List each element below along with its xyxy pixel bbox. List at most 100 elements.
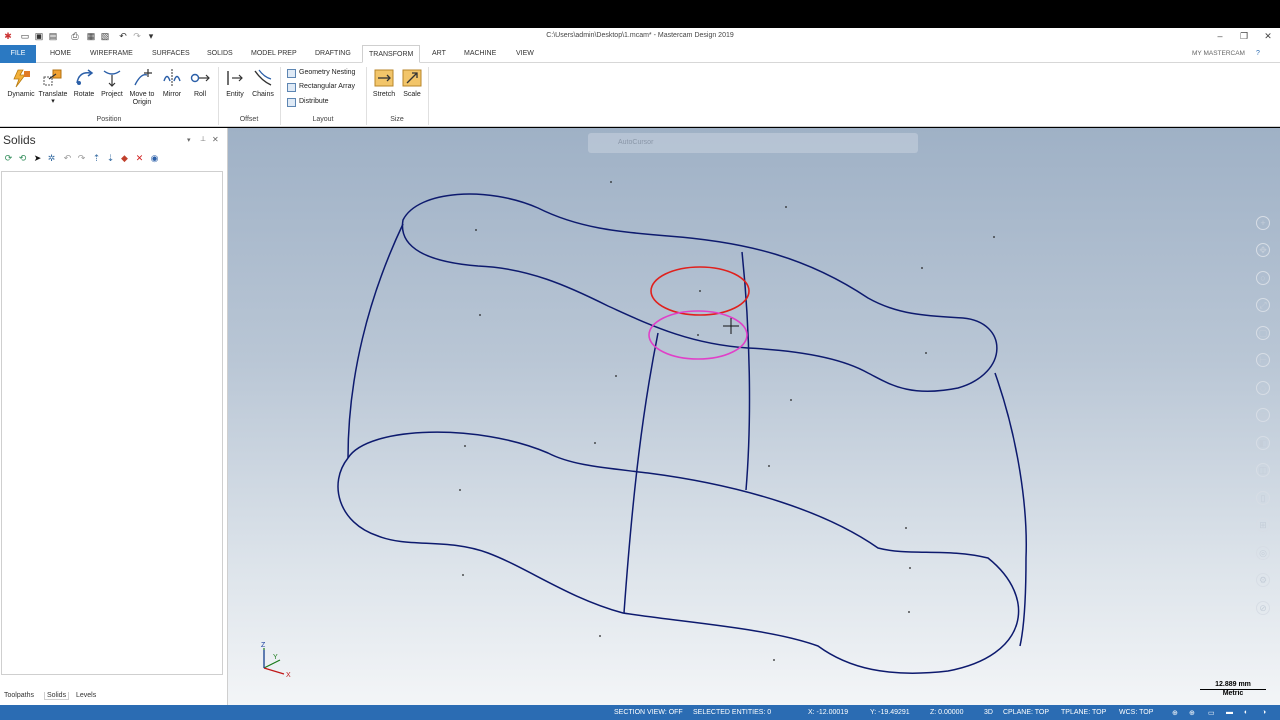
wcs-status[interactable]: WCS: TOP xyxy=(1119,709,1153,716)
section-view-status[interactable]: SECTION VIEW: OFF xyxy=(614,709,683,716)
my-mastercam-link[interactable]: MY MASTERCAM xyxy=(1186,45,1251,63)
settings-icon[interactable]: ⚙ xyxy=(1256,573,1270,587)
rotate-label: Rotate xyxy=(73,91,95,98)
pin-icon[interactable]: ⊥ xyxy=(200,135,206,143)
globe-icon[interactable]: ⊕ xyxy=(1172,709,1178,717)
entity-offset-button[interactable]: Entity xyxy=(222,67,248,99)
tab-home[interactable]: HOME xyxy=(44,45,77,63)
position-group-label: Position xyxy=(96,116,122,123)
scale-label: Scale xyxy=(403,91,421,98)
view-cube-icon[interactable]: ▢ xyxy=(1256,326,1270,340)
rotate-view-icon[interactable]: ○ xyxy=(1256,271,1270,285)
dynamic-icon xyxy=(13,69,30,88)
project-button[interactable]: Project xyxy=(98,67,126,99)
clear-icon[interactable]: ⊘ xyxy=(1256,601,1270,615)
right-silhouette-line xyxy=(994,372,1027,647)
mirror-icon xyxy=(163,69,181,87)
dynamic-button[interactable]: Dynamic xyxy=(6,67,36,99)
help-panel-icon[interactable]: ◉ xyxy=(149,153,160,164)
restore-button[interactable]: ❐ xyxy=(1237,30,1251,42)
entity-offset-icon xyxy=(227,71,243,85)
select-icon[interactable]: ➤ xyxy=(32,153,43,164)
wireframe-model[interactable]: Z Y X xyxy=(228,128,1280,705)
undo-solid-icon[interactable]: ↶ xyxy=(62,153,73,164)
tab-view[interactable]: VIEW xyxy=(510,45,540,63)
tab-solids[interactable]: SOLIDS xyxy=(201,45,239,63)
fit-icon[interactable]: ⤢ xyxy=(1256,298,1270,312)
title-bar: ✱ ▭ ▣ ▤ ⎙ ▦ ▧ ↶ ↷ ▾ C:\Users\admin\Deskt… xyxy=(0,28,1280,45)
wireframe-view-icon[interactable]: ⊕ xyxy=(1189,709,1195,717)
tab-wireframe[interactable]: WIREFRAME xyxy=(84,45,139,63)
x-coordinate: X: -12.00019 xyxy=(808,709,849,716)
regenerate-icon[interactable]: ⟳ xyxy=(3,153,14,164)
stretch-icon xyxy=(374,69,394,87)
analyze-icon[interactable]: ◇ xyxy=(1256,381,1270,395)
tab-drafting[interactable]: DRAFTING xyxy=(309,45,357,63)
shaded-edges-icon[interactable]: ◐ xyxy=(1244,709,1248,716)
tab-transform[interactable]: TRANSFORM xyxy=(362,45,421,63)
rotate-button[interactable]: Rotate xyxy=(71,67,97,99)
tab-toolpaths[interactable]: Toolpaths xyxy=(2,692,36,699)
section-icon[interactable]: ◫ xyxy=(1256,463,1270,477)
distribute-button[interactable]: Distribute xyxy=(287,96,329,108)
mode-toggle[interactable]: 3D xyxy=(984,709,993,716)
wcs-icon[interactable]: ◎ xyxy=(1256,546,1270,560)
rectangular-array-button[interactable]: Rectangular Array xyxy=(287,81,355,93)
zoom-in-icon[interactable]: + xyxy=(1256,216,1270,230)
size-group-label: Size xyxy=(390,116,404,123)
geometry-nesting-button[interactable]: Geometry Nesting xyxy=(287,67,355,79)
move-up-icon[interactable]: ⇡ xyxy=(91,153,102,164)
delete-icon[interactable]: ✕ xyxy=(134,153,145,164)
cplane-status[interactable]: CPLANE: TOP xyxy=(1003,709,1049,716)
move-to-origin-button[interactable]: Move to Origin xyxy=(126,67,158,107)
toggle-solid-icon[interactable]: ◆ xyxy=(119,153,130,164)
left-silhouette-line xyxy=(347,223,404,459)
help-icon[interactable]: ? xyxy=(1250,45,1266,63)
stop-op-icon[interactable]: ⇣ xyxy=(105,153,116,164)
move-to-label: Move to xyxy=(129,91,155,98)
panel-menu-icon[interactable]: ▾ xyxy=(187,136,191,144)
grid-icon[interactable]: ⊞ xyxy=(1256,518,1270,532)
panel-close-icon[interactable]: ✕ xyxy=(212,135,219,144)
scale-button[interactable]: Scale xyxy=(400,67,424,99)
solids-tree[interactable] xyxy=(1,171,223,675)
clip-icon[interactable]: ▯ xyxy=(1256,491,1270,505)
select-all-icon[interactable]: ✲ xyxy=(46,153,57,164)
redo-solid-icon[interactable]: ↷ xyxy=(76,153,87,164)
rectangular-array-label: Rectangular Array xyxy=(299,83,356,90)
close-window-button[interactable]: ✕ xyxy=(1261,30,1275,42)
translate-button[interactable]: Translate ▾ xyxy=(37,67,69,105)
tab-art[interactable]: ART xyxy=(426,45,452,63)
roll-label: Roll xyxy=(193,91,207,98)
tab-model-prep[interactable]: MODEL PREP xyxy=(245,45,303,63)
roll-button[interactable]: Roll xyxy=(188,67,212,99)
rotate-icon xyxy=(76,69,94,85)
entity-label: Entity xyxy=(226,91,244,98)
chains-offset-button[interactable]: Chains xyxy=(250,67,276,99)
mirror-button[interactable]: Mirror xyxy=(159,67,185,99)
pan-icon[interactable]: ✥ xyxy=(1256,243,1270,257)
tplane-status[interactable]: TPLANE: TOP xyxy=(1061,709,1106,716)
tab-levels[interactable]: Levels xyxy=(74,692,98,699)
scale-value: 12.889 mm xyxy=(1215,681,1251,688)
shaded-icon[interactable]: ▬ xyxy=(1226,709,1233,716)
axis-label-x: X xyxy=(286,672,291,679)
stretch-label: Stretch xyxy=(372,91,396,98)
hidden-line-icon[interactable]: ▭ xyxy=(1208,709,1215,717)
panel-title: Solids xyxy=(3,133,36,147)
shading-icon[interactable]: ◧ xyxy=(1256,436,1270,450)
tab-machine[interactable]: MACHINE xyxy=(458,45,502,63)
tab-surfaces[interactable]: SURFACES xyxy=(146,45,196,63)
origin-label: Origin xyxy=(132,99,152,106)
measure-icon[interactable]: ⊢ xyxy=(1256,353,1270,367)
regenerate-all-icon[interactable]: ⟲ xyxy=(17,153,28,164)
stretch-button[interactable]: Stretch xyxy=(370,67,398,99)
transparency-icon[interactable]: ◑ xyxy=(1262,709,1266,716)
translate-label: Translate xyxy=(38,91,68,98)
selected-entities-status[interactable]: SELECTED ENTITIES: 0 xyxy=(693,709,771,716)
minimize-button[interactable]: – xyxy=(1213,30,1227,42)
graphics-viewport[interactable]: AutoCursor Z Y X + ✥ ○ ⤢ ▢ ⊢ ◇ ▤ ◧ ◫ ▯ ⊞… xyxy=(228,128,1280,705)
tab-file[interactable]: FILE xyxy=(0,45,36,63)
layers-icon[interactable]: ▤ xyxy=(1256,408,1270,422)
tab-solids-panel[interactable]: Solids xyxy=(44,692,70,700)
